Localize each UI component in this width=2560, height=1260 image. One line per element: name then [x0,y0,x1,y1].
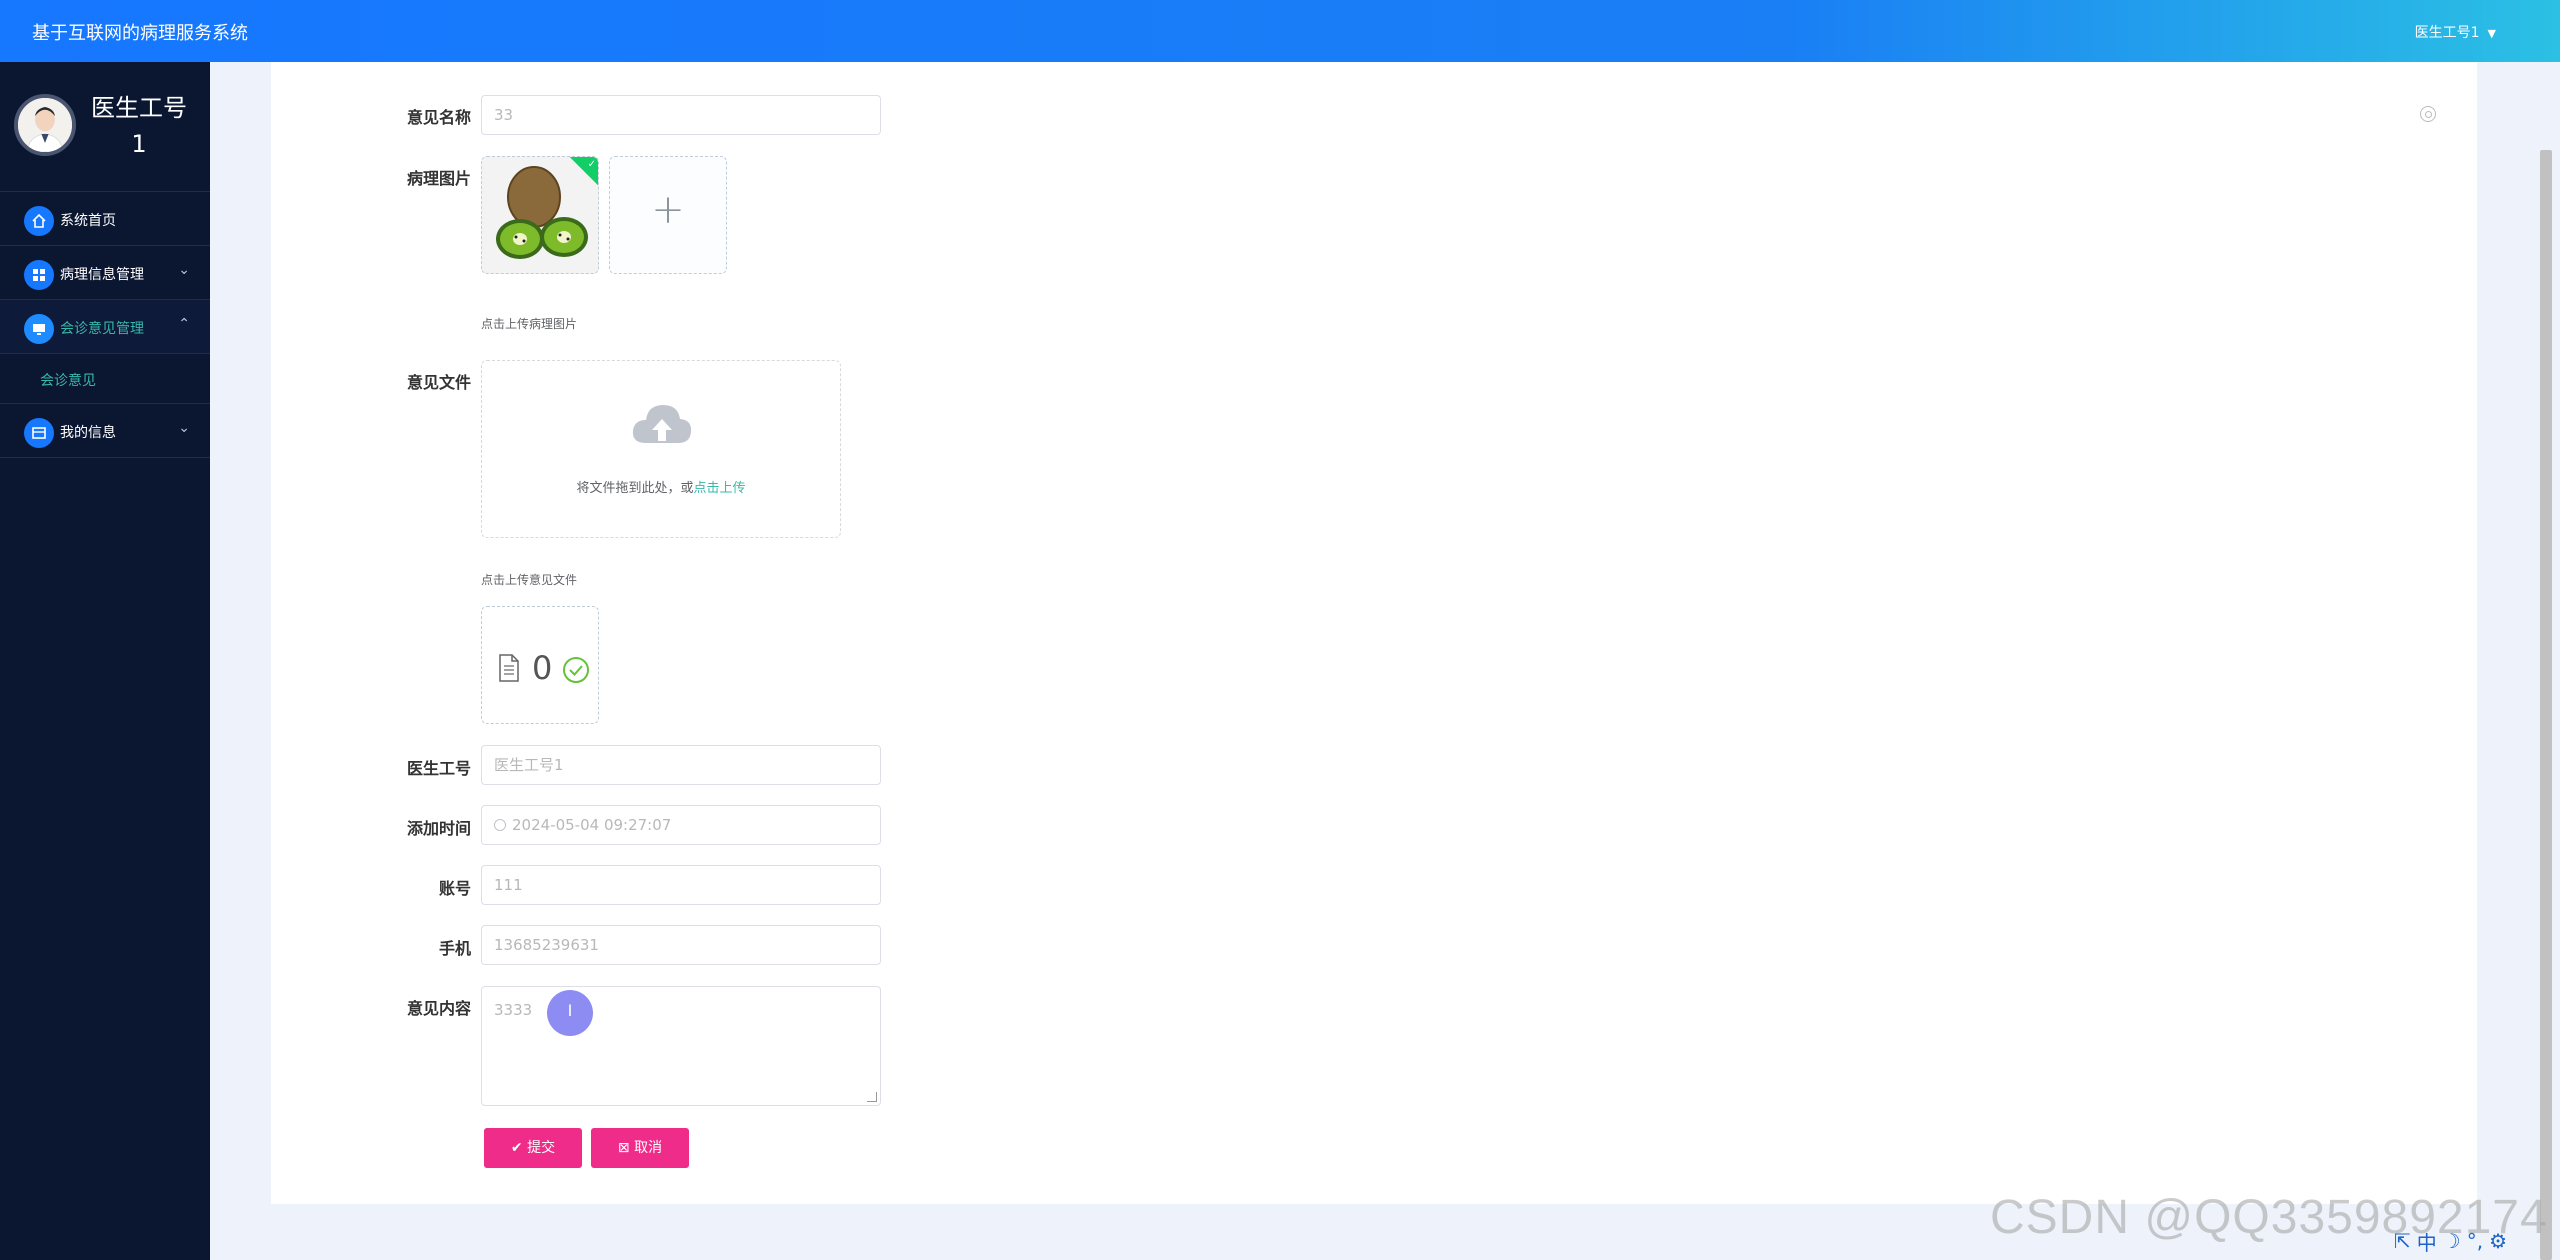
user-menu[interactable]: 医生工号1 ▼ [2415,22,2496,42]
moon-icon[interactable]: ☽ [2443,1229,2461,1253]
submit-button[interactable]: ✔ 提交 [484,1128,582,1168]
sidebar-item-label: 会诊意见管理 [60,321,144,337]
dropzone-instruction: 将文件拖到此处，或 [576,481,694,496]
doctor-id-field[interactable]: 医生工号1 [481,745,881,785]
ime-language[interactable]: 中 [2417,1227,2437,1256]
add-image-button[interactable]: + [609,156,727,274]
uploaded-file-card[interactable]: 0 [481,606,599,724]
monitor-icon [24,314,54,344]
id-card-icon [24,418,54,448]
sidebar-item-my-info[interactable]: 我的信息 ⌄ [0,404,210,458]
account-field[interactable]: 111 [481,865,881,905]
submit-label: 提交 [527,1140,556,1156]
sidebar-subitem-opinion[interactable]: 会诊意见 [0,354,210,404]
resize-grip[interactable] [867,1092,877,1102]
user-name[interactable]: 医生工号1 [2415,25,2480,41]
cancel-button[interactable]: ⊠ 取消 [591,1128,689,1168]
uploaded-image-thumbnail[interactable]: ✓ [481,156,599,274]
app-title: 基于互联网的病理服务系统 [32,23,248,44]
page-scrollbar[interactable] [2540,150,2552,1260]
ime-switch-icon[interactable]: ⇱ [2394,1229,2411,1253]
opinion-file-label: 意见文件 [406,373,471,392]
check-icon: ✓ [587,159,596,170]
phone-label: 手机 [438,939,471,958]
sidebar-item-home[interactable]: 系统首页 [0,192,210,246]
opinion-name-label: 意见名称 [406,108,471,127]
avatar [14,94,76,156]
content-textarea[interactable]: 3333 [481,986,881,1106]
chevron-down-icon: ⌄ [178,262,190,278]
sidebar-item-label: 系统首页 [60,213,116,229]
home-icon [24,206,54,236]
grid-icon [24,260,54,290]
sidebar-item-label: 我的信息 [60,425,116,441]
close-square-icon: ⊠ [617,1140,635,1156]
opinion-name-field[interactable]: 33 [481,95,881,135]
sidebar: 医生工号1 系统首页 病理信息管理 ⌄ 会诊意见管理 ⌃ 会诊意见 我的信息 ⌄ [0,62,210,1260]
file-upload-hint: 点击上传意见文件 [481,573,578,587]
gear-icon[interactable]: ⚙ [2489,1229,2507,1253]
file-dropzone[interactable]: 将文件拖到此处，或点击上传 [481,360,841,538]
profile-name: 医生工号1 [91,94,187,158]
plus-icon: + [651,187,685,233]
pathology-image-label: 病理图片 [406,169,471,188]
account-label: 账号 [438,879,471,898]
image-upload-hint: 点击上传病理图片 [481,317,578,331]
add-time-value: 2024-05-04 09:27:07 [512,816,672,834]
clock-icon [494,819,506,831]
add-time-label: 添加时间 [406,819,471,838]
doctor-id-label: 医生工号 [406,759,471,778]
sidebar-item-consultation[interactable]: 会诊意见管理 ⌃ [0,300,210,354]
phone-field[interactable]: 13685239631 [481,925,881,965]
top-bar: 基于互联网的病理服务系统 医生工号1 ▼ [0,0,2560,62]
dropzone-text: 将文件拖到此处，或点击上传 [482,477,840,496]
kiwi-image [482,157,598,273]
sidebar-subitem-label: 会诊意见 [40,373,96,389]
profile: 医生工号1 [0,62,210,192]
ime-toolbar[interactable]: ⇱ 中 ☽ °, ⚙ [2394,1226,2560,1256]
check-circle-icon [563,657,589,683]
cursor-indicator [547,990,593,1036]
punctuation-icon[interactable]: °, [2467,1229,2483,1253]
file-name: 0 [532,649,553,687]
click-upload-link[interactable]: 点击上传 [694,481,746,496]
caret-down-icon[interactable]: ▼ [2488,27,2496,40]
cloud-upload-icon [632,405,692,443]
chevron-down-icon: ⌄ [178,420,190,436]
content-label: 意见内容 [406,999,471,1018]
add-time-field[interactable]: 2024-05-04 09:27:07 [481,805,881,845]
sidebar-item-pathology[interactable]: 病理信息管理 ⌄ [0,246,210,300]
document-icon [499,654,519,682]
check-icon: ✔ [510,1140,528,1156]
cancel-label: 取消 [634,1140,663,1156]
settings-icon[interactable] [2420,106,2436,122]
content-value: 3333 [494,1001,533,1019]
sidebar-item-label: 病理信息管理 [60,267,144,283]
chevron-up-icon: ⌃ [178,316,190,332]
